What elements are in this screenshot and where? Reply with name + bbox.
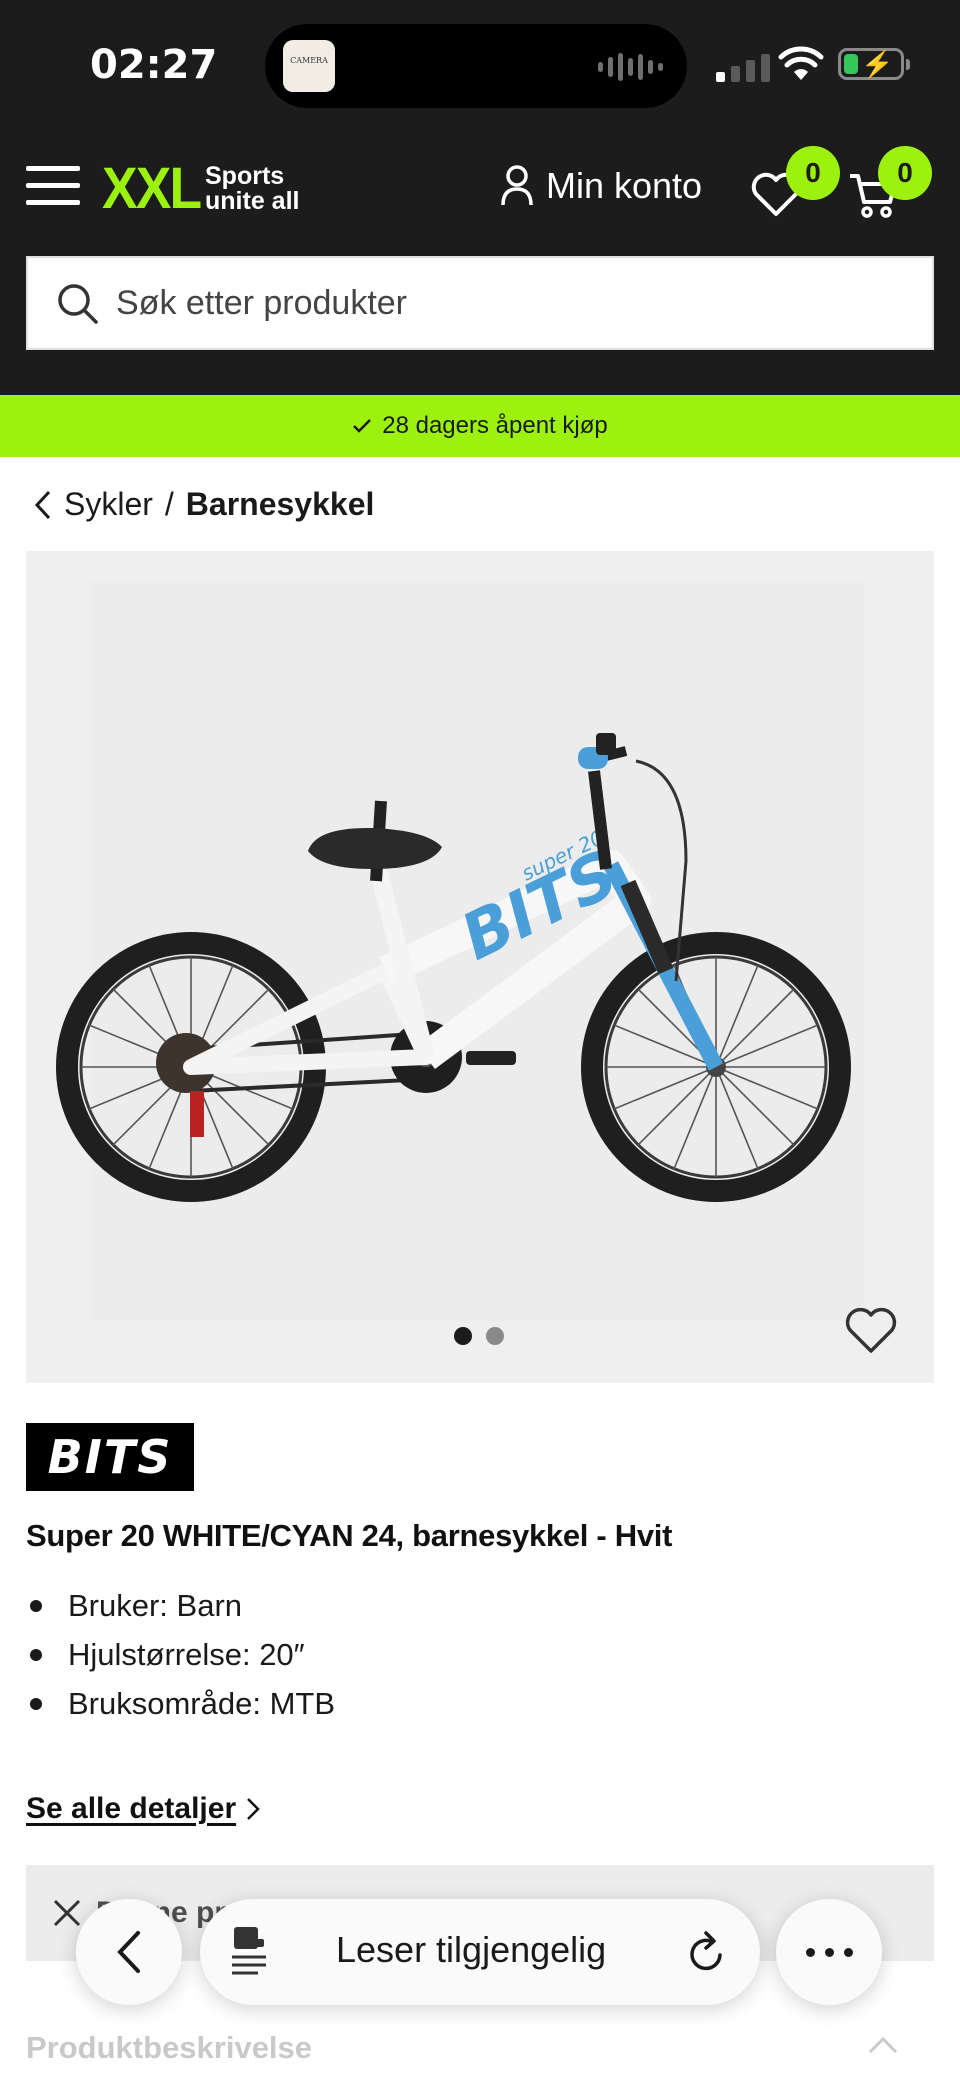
reader-icon[interactable] [230,1925,270,1979]
cellular-signal-icon [716,52,770,82]
bike-frame: BITS super 20 [183,825,724,1075]
dynamic-island: CAMERA [265,24,687,108]
product-title: Super 20 WHITE/CYAN 24, barnesykkel - Hv… [26,1518,673,1553]
tagline-line-1: Sports [205,162,285,190]
chevron-left-icon[interactable] [34,489,52,521]
user-icon [501,165,533,206]
details-link-label: Se alle detaljer [26,1792,237,1825]
check-icon [353,419,372,433]
breadcrumb-current: Barnesykkel [185,486,375,522]
spec-item: Hjulstørrelse: 20″ [26,1633,335,1682]
status-time: 02:27 [90,42,218,88]
product-image[interactable]: BITS super 20 [26,551,934,1383]
battery-icon: ⚡ [838,48,910,80]
back-icon [117,1931,140,1973]
promo-text: 28 dagers åpent kjøp [382,412,608,439]
audio-wave-icon [598,52,663,82]
breadcrumb-separator: / [164,486,174,522]
brand-logo-text: BITS [47,1430,173,1484]
reload-icon[interactable] [688,1929,728,1973]
search-input[interactable] [116,283,896,323]
search-icon [58,284,98,324]
wishlist-button[interactable]: 0 [750,146,840,223]
search-bar[interactable] [26,256,934,350]
browser-back-button[interactable] [76,1899,182,2005]
camera-app-icon: CAMERA [283,40,335,92]
spec-item: Bruker: Barn [26,1584,335,1633]
product-description-heading[interactable]: Produktbeskrivelse [26,2030,312,2066]
more-icon [805,1947,815,1957]
gallery-pagination [454,1327,504,1345]
breadcrumb-parent[interactable]: Sykler [64,486,153,523]
account-link[interactable]: Min konto [500,165,702,207]
product-specs: Bruker: Barn Hjulstørrelse: 20″ Bruksomr… [26,1584,335,1731]
more-button[interactable] [776,1899,882,2005]
site-header: 02:27 CAMERA ⚡ XXL Sports unite all Min … [0,0,960,395]
account-label: Min konto [546,165,703,206]
cart-button[interactable]: 0 [848,146,932,225]
wishlist-count-badge: 0 [786,146,840,200]
reader-available-label: Leser tilgjengelig [336,1929,607,1970]
menu-icon[interactable] [26,166,80,206]
heart-icon[interactable] [844,1305,898,1355]
reader-address-pill[interactable]: Leser tilgjengelig [200,1899,760,2005]
promo-banner: 28 dagers åpent kjøp [0,395,960,457]
product-gallery[interactable]: BITS super 20 [26,551,934,1383]
see-all-details-link[interactable]: Se alle detaljer [26,1792,260,1826]
cart-count-badge: 0 [878,146,932,200]
brand-logo[interactable]: BITS [26,1423,194,1491]
spec-item: Bruksområde: MTB [26,1682,335,1731]
chevron-up-icon[interactable] [868,2036,898,2054]
tagline-line-2: unite all [205,187,300,215]
logo-tagline: Sports unite all [205,164,299,214]
chevron-right-icon [247,1798,260,1820]
breadcrumb: Sykler / Barnesykkel [34,486,374,523]
close-icon[interactable] [52,1898,82,1928]
gallery-dot-2[interactable] [486,1327,504,1345]
gallery-dot-1[interactable] [454,1327,472,1345]
wifi-icon [778,46,824,80]
xxl-logo[interactable]: XXL [102,160,202,218]
